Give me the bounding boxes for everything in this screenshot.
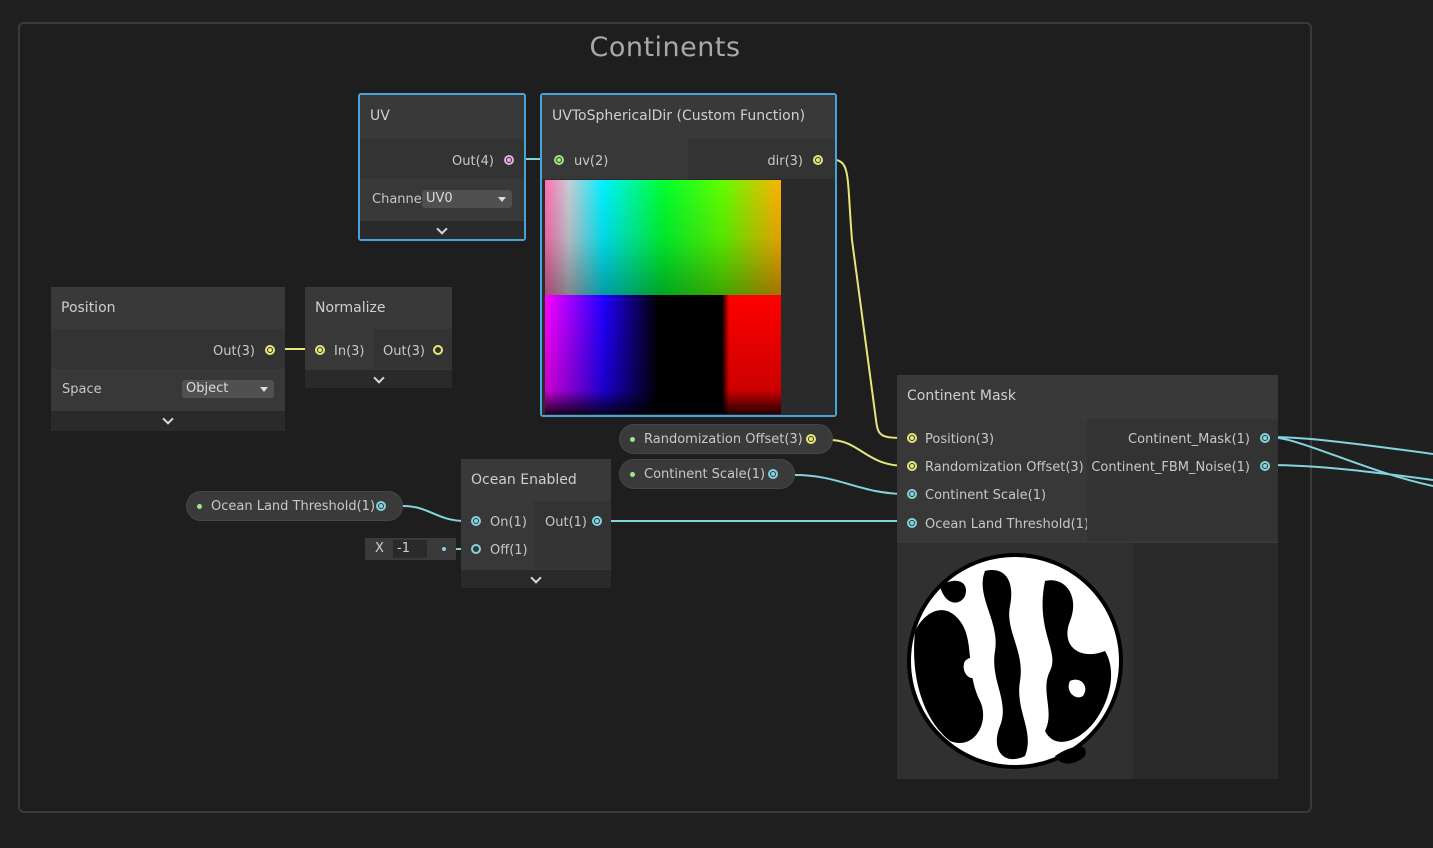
- node-continent-mask-in-threshold-label: Ocean Land Threshold(1): [925, 517, 1090, 532]
- node-uv-channel-label: Channe: [372, 192, 422, 207]
- node-uv-channel-row: Channe UV0: [360, 181, 524, 219]
- node-continent-mask-inputs: Position(3) Randomization Offset(3) Cont…: [897, 419, 1090, 541]
- node-ocean-enabled-off-label: Off(1): [490, 543, 528, 558]
- node-continent-mask-preview-side: [1133, 543, 1278, 779]
- node-position-space-label: Space: [62, 382, 102, 397]
- chevron-down-icon: [436, 223, 448, 235]
- property-ocean-land-threshold[interactable]: Ocean Land Threshold(1): [186, 491, 403, 521]
- node-continent-mask-in-threshold-port[interactable]: [907, 518, 917, 528]
- node-uv[interactable]: UV Out(4) Channe UV0: [358, 93, 526, 241]
- inline-value-axis: X: [375, 541, 384, 556]
- node-continent-mask-in-offset-label: Randomization Offset(3): [925, 460, 1084, 475]
- group-title[interactable]: Continents: [20, 32, 1310, 63]
- node-continent-mask[interactable]: Continent Mask Position(3) Randomization…: [897, 375, 1278, 779]
- node-ocean-enabled-out-port[interactable]: [592, 516, 602, 526]
- property-ocean-land-threshold-port[interactable]: [376, 501, 386, 511]
- node-uv-to-spherical-outputs: dir(3): [688, 139, 835, 179]
- chevron-down-icon: [530, 572, 542, 584]
- node-normalize-out-port[interactable]: [433, 345, 443, 355]
- node-continent-mask-out-mask-label: Continent_Mask(1): [1128, 432, 1250, 447]
- node-normalize-in-label: In(3): [334, 344, 365, 359]
- node-uv-to-spherical-dir[interactable]: UVToSphericalDir (Custom Function) uv(2)…: [540, 93, 837, 417]
- dropdown-caret-icon: [260, 387, 268, 392]
- node-uv-to-spherical-out-port[interactable]: [813, 155, 823, 165]
- property-randomization-offset[interactable]: Randomization Offset(3): [619, 424, 833, 454]
- node-continent-mask-in-position-label: Position(3): [925, 432, 995, 447]
- node-position-space-dropdown[interactable]: Object: [182, 380, 274, 398]
- node-normalize-out-label: Out(3): [383, 344, 425, 359]
- node-uv-to-spherical-inputs: uv(2): [542, 139, 688, 179]
- node-continent-mask-out-fbm-label: Continent_FBM_Noise(1): [1091, 460, 1250, 475]
- inline-value-input[interactable]: -1: [393, 540, 427, 558]
- property-randomization-offset-port[interactable]: [806, 434, 816, 444]
- node-uv-collapse-button[interactable]: [360, 221, 524, 239]
- node-ocean-enabled-collapse-button[interactable]: [461, 570, 611, 588]
- property-dot-icon: [630, 472, 635, 477]
- node-normalize-in-port[interactable]: [315, 345, 325, 355]
- node-continent-mask-in-position-port[interactable]: [907, 433, 917, 443]
- node-continent-mask-out-mask-port[interactable]: [1260, 433, 1270, 443]
- inline-value-field[interactable]: X -1: [365, 538, 456, 560]
- node-uv-to-spherical-out-label: dir(3): [767, 154, 803, 169]
- node-uv-channel-dropdown[interactable]: UV0: [422, 190, 512, 208]
- node-ocean-enabled-off-port[interactable]: [471, 544, 481, 554]
- node-continent-mask-preview: [907, 553, 1123, 769]
- node-normalize-outputs: Out(3): [373, 329, 452, 369]
- node-position-ports: Out(3): [51, 329, 285, 369]
- node-uv-out-port[interactable]: [504, 155, 514, 165]
- chevron-down-icon: [162, 413, 174, 425]
- chevron-down-icon: [372, 372, 385, 384]
- preview-bottom-shade: [545, 295, 781, 414]
- preview-top-shade: [545, 180, 781, 295]
- node-uv-ports: Out(4): [360, 139, 524, 179]
- node-uv-to-spherical-in-label: uv(2): [574, 154, 609, 169]
- node-uv-title[interactable]: UV: [360, 95, 524, 137]
- node-continent-mask-in-offset-port[interactable]: [907, 461, 917, 471]
- node-ocean-enabled-on-label: On(1): [490, 515, 527, 530]
- node-position-title[interactable]: Position: [51, 287, 285, 329]
- node-ocean-enabled-title[interactable]: Ocean Enabled: [461, 459, 611, 501]
- property-continent-scale[interactable]: Continent Scale(1): [619, 459, 795, 489]
- node-position-collapse-button[interactable]: [51, 411, 285, 431]
- node-position-space-value: Object: [186, 381, 229, 396]
- node-position[interactable]: Position Out(3) Space Object: [51, 287, 285, 431]
- node-ocean-enabled-out-label: Out(1): [545, 515, 587, 530]
- node-continent-mask-outputs: Continent_Mask(1) Continent_FBM_Noise(1): [1087, 419, 1278, 541]
- node-ocean-enabled[interactable]: Ocean Enabled On(1) Off(1) Out(1): [461, 459, 611, 588]
- property-continent-scale-port[interactable]: [768, 469, 778, 479]
- node-uv-to-spherical-title[interactable]: UVToSphericalDir (Custom Function): [542, 95, 835, 137]
- property-randomization-offset-label: Randomization Offset(3): [644, 432, 803, 447]
- node-continent-mask-out-fbm-port[interactable]: [1260, 461, 1270, 471]
- node-uv-out-label: Out(4): [452, 154, 494, 169]
- node-ocean-enabled-on-port[interactable]: [471, 516, 481, 526]
- dropdown-caret-icon: [498, 197, 506, 202]
- node-continent-mask-in-scale-label: Continent Scale(1): [925, 488, 1047, 503]
- node-uv-to-spherical-preview: [545, 180, 781, 414]
- node-position-space-row: Space Object: [51, 371, 285, 409]
- property-continent-scale-label: Continent Scale(1): [644, 467, 766, 482]
- node-position-out-port[interactable]: [265, 345, 275, 355]
- node-uv-to-spherical-in-port[interactable]: [554, 155, 564, 165]
- node-normalize-inputs: In(3): [305, 329, 373, 369]
- node-position-out-label: Out(3): [213, 344, 255, 359]
- inline-value-dot-icon: [442, 547, 446, 551]
- node-normalize-collapse-button[interactable]: [305, 370, 452, 388]
- node-normalize[interactable]: Normalize In(3) Out(3): [305, 287, 452, 388]
- node-ocean-enabled-outputs: Out(1): [534, 501, 611, 569]
- property-dot-icon: [197, 504, 202, 509]
- node-uv-channel-value: UV0: [426, 191, 453, 206]
- property-ocean-land-threshold-label: Ocean Land Threshold(1): [211, 499, 376, 514]
- node-continent-mask-title[interactable]: Continent Mask: [897, 375, 1278, 417]
- node-normalize-title[interactable]: Normalize: [305, 287, 452, 329]
- property-dot-icon: [630, 437, 635, 442]
- node-continent-mask-in-scale-port[interactable]: [907, 489, 917, 499]
- node-ocean-enabled-inputs: On(1) Off(1): [461, 501, 534, 569]
